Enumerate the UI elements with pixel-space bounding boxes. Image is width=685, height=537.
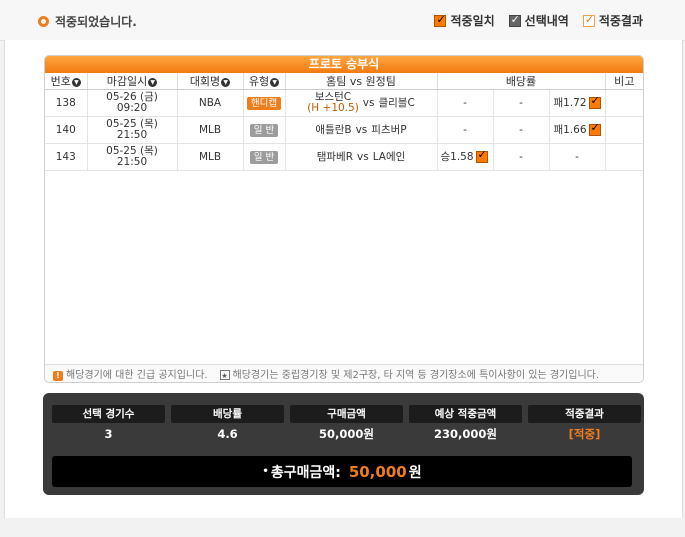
checkbox-icon bbox=[434, 13, 447, 27]
top-bar: 적중되었습니다. 적중일치 선택내역 적중결과 bbox=[0, 0, 685, 41]
panel-title: 프로토 승부식 bbox=[45, 56, 643, 73]
sort-icon: ▼ bbox=[270, 77, 280, 87]
col-number[interactable]: 번호 ▼ bbox=[45, 73, 88, 90]
row-number: 140 bbox=[45, 116, 88, 144]
bet-panel: 프로토 승부식 번호 ▼ 마감일시 ▼ 대회명 ▼ 유형 ▼ 홈팀 vs 원정팀 배당률… bbox=[44, 55, 644, 383]
table-row: 143 05-25 (목) 21:50 MLB 일 반 탬파베R vs LA에인 … bbox=[45, 143, 643, 171]
type-badge: 일 반 bbox=[249, 123, 279, 137]
odd-win[interactable]: - bbox=[437, 89, 494, 117]
home-team: 탬파베R bbox=[316, 150, 353, 163]
handicap-value: (H +10.5) bbox=[307, 102, 359, 114]
row-deadline: 05-25 (목) 21:50 bbox=[87, 116, 178, 144]
legend-label: 적중일치 bbox=[450, 14, 495, 28]
summary-expected: 예상 적중금액 230,000원 bbox=[409, 405, 522, 445]
legend-label: 적중결과 bbox=[598, 14, 643, 28]
legend-label: 선택내역 bbox=[524, 14, 569, 28]
type-badge: 핸디캡 bbox=[246, 96, 282, 110]
sort-icon: ▼ bbox=[71, 77, 81, 87]
row-type: 일 반 bbox=[243, 143, 286, 171]
total-label: 총구매금액: bbox=[270, 464, 341, 481]
legend-item-match: 적중일치 bbox=[434, 12, 495, 29]
total-amount: 50,000 bbox=[348, 462, 407, 481]
col-note: 비고 bbox=[605, 73, 643, 90]
away-team: 클리블C bbox=[378, 96, 415, 109]
odd-draw[interactable]: - bbox=[493, 116, 550, 144]
row-number: 138 bbox=[45, 89, 88, 117]
checkbox-icon bbox=[588, 95, 601, 109]
checkbox-icon bbox=[582, 13, 595, 27]
home-team: 애틀란B bbox=[315, 123, 352, 136]
row-note bbox=[605, 89, 643, 117]
row-league: MLB bbox=[177, 143, 244, 171]
checkbox-icon bbox=[475, 149, 488, 163]
sort-icon: ▼ bbox=[148, 77, 158, 87]
circle-icon bbox=[38, 16, 49, 27]
away-team: 피츠버P bbox=[371, 123, 407, 136]
row-type: 일 반 bbox=[243, 116, 286, 144]
odd-lose[interactable]: - bbox=[549, 143, 606, 171]
odd-draw[interactable]: - bbox=[493, 143, 550, 171]
total-unit: 원 bbox=[408, 464, 422, 481]
row-league: NBA bbox=[177, 89, 244, 117]
row-teams: 탬파베R vs LA에인 bbox=[285, 143, 438, 171]
row-note bbox=[605, 143, 643, 171]
odd-win[interactable]: 승1.58 bbox=[437, 143, 494, 171]
summary-panel: 선택 경기수 3 배당률 4.6 구매금액 50,000원 예상 적중금액 23… bbox=[43, 393, 644, 495]
odd-lose[interactable]: 패1.66 bbox=[549, 116, 606, 144]
row-teams: 보스턴C (H +10.5) vs 클리블C bbox=[285, 89, 438, 117]
row-type: 핸디캡 bbox=[243, 89, 286, 117]
venue-notice: ★ 해당경기는 중립경기장 및 제2구장, 타 지역 등 경기장소에 특이사항이 … bbox=[219, 370, 600, 381]
table-row: 138 05-26 (금) 09:20 NBA 핸디캡 보스턴C (H +10.5)… bbox=[45, 89, 643, 117]
row-note bbox=[605, 116, 643, 144]
summary-result: 적중결과 [적중] bbox=[528, 405, 641, 445]
total-purchase: • 총구매금액: 50,000 원 bbox=[52, 456, 632, 487]
type-badge: 일 반 bbox=[249, 150, 279, 164]
row-deadline: 05-25 (목) 21:50 bbox=[87, 143, 178, 171]
col-odds: 배당률 bbox=[437, 73, 606, 90]
sort-icon: ▼ bbox=[221, 77, 231, 87]
star-icon: ★ bbox=[219, 370, 230, 380]
table-row: 140 05-25 (목) 21:50 MLB 일 반 애틀란B vs 피츠버P … bbox=[45, 116, 643, 144]
summary-game-count: 선택 경기수 3 bbox=[52, 405, 165, 445]
checkbox-icon bbox=[508, 13, 521, 27]
col-league[interactable]: 대회명 ▼ bbox=[177, 73, 244, 90]
legend: 적중일치 선택내역 적중결과 bbox=[434, 12, 643, 29]
vs-label: vs bbox=[357, 150, 369, 163]
odd-lose[interactable]: 패1.72 bbox=[549, 89, 606, 117]
summary-purchase: 구매금액 50,000원 bbox=[290, 405, 403, 445]
row-teams: 애틀란B vs 피츠버P bbox=[285, 116, 438, 144]
col-deadline[interactable]: 마감일시 ▼ bbox=[87, 73, 178, 90]
notice-bar: ! 해당경기에 대한 긴급 공지입니다. ★ 해당경기는 중립경기장 및 제2구장,… bbox=[45, 364, 643, 382]
col-teams: 홈팀 vs 원정팀 bbox=[285, 73, 438, 90]
odd-draw[interactable]: - bbox=[493, 89, 550, 117]
odd-win[interactable]: - bbox=[437, 116, 494, 144]
row-deadline: 05-26 (금) 09:20 bbox=[87, 89, 178, 117]
warning-icon: ! bbox=[53, 371, 63, 381]
checkbox-icon bbox=[588, 122, 601, 136]
row-league: MLB bbox=[177, 116, 244, 144]
col-type[interactable]: 유형 ▼ bbox=[243, 73, 286, 90]
legend-item-selection: 선택내역 bbox=[508, 12, 569, 29]
footer bbox=[0, 518, 685, 537]
status-message: 적중되었습니다. bbox=[38, 13, 137, 30]
table-header: 번호 ▼ 마감일시 ▼ 대회명 ▼ 유형 ▼ 홈팀 vs 원정팀 배당률 비고 bbox=[45, 73, 643, 90]
vs-label: vs bbox=[362, 96, 375, 109]
vs-label: vs bbox=[355, 123, 368, 136]
row-number: 143 bbox=[45, 143, 88, 171]
away-team: LA에인 bbox=[372, 150, 406, 163]
urgent-notice: ! 해당경기에 대한 긴급 공지입니다. bbox=[53, 366, 208, 381]
legend-item-result: 적중결과 bbox=[582, 12, 643, 29]
summary-odds: 배당률 4.6 bbox=[171, 405, 284, 445]
bet-table: 번호 ▼ 마감일시 ▼ 대회명 ▼ 유형 ▼ 홈팀 vs 원정팀 배당률 비고 138 … bbox=[45, 73, 643, 171]
status-text: 적중되었습니다. bbox=[55, 15, 137, 29]
